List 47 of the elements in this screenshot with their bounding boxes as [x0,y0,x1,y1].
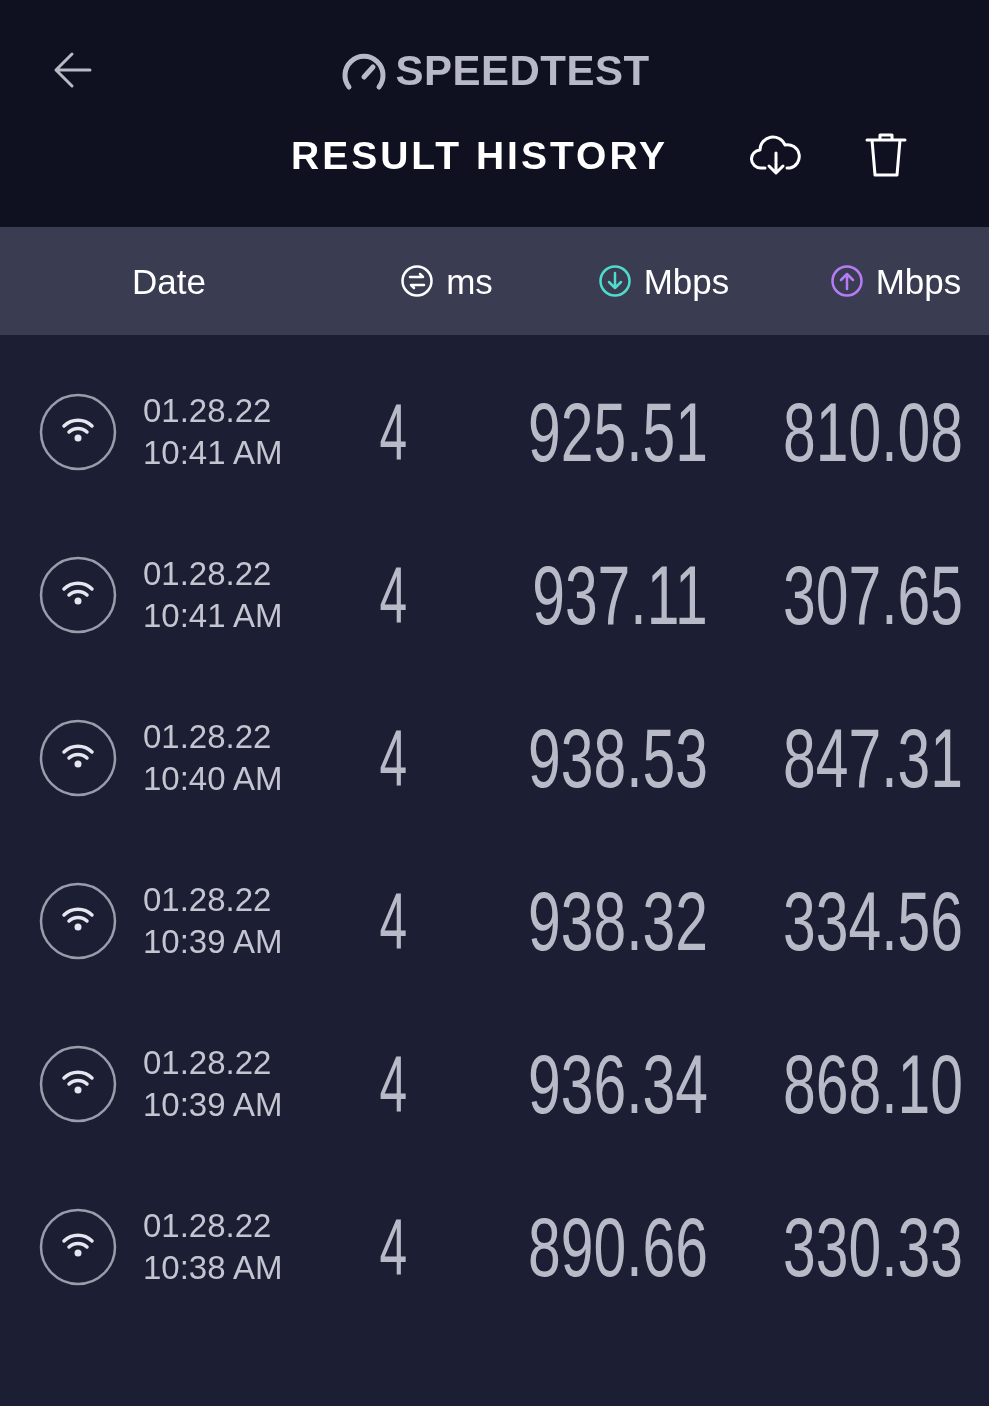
column-header: Mbps [643,263,730,299]
download-value: 938.32 [528,878,708,963]
download-value: 936.34 [528,1041,708,1126]
ping-value: 4 [379,1206,407,1287]
download-value: 890.66 [528,1204,708,1289]
test-date: 01.28.22 [143,1205,273,1246]
upload-value: 330.33 [783,1204,963,1289]
test-time: 10:41 AM [143,595,284,636]
test-time: 10:39 AM [143,1084,284,1125]
wifi-icon [39,1044,117,1123]
test-date: 01.28.22 [143,1042,273,1083]
column-header: ms [446,263,493,299]
wifi-icon [39,1207,117,1286]
column-header: Date [132,263,206,299]
test-date: 01.28.22 [143,716,273,757]
ping-value: 4 [379,391,407,472]
wifi-icon [39,718,117,797]
ping-value: 4 [379,1043,407,1124]
test-time: 10:41 AM [143,432,284,473]
download-value: 925.51 [528,389,708,474]
test-date: 01.28.22 [143,390,273,431]
ping-icon [400,264,435,298]
test-time: 10:38 AM [143,1247,284,1288]
wifi-icon [39,555,117,634]
upload-value: 847.31 [783,715,963,800]
back-arrow-icon [52,50,92,90]
wifi-icon [39,881,117,960]
upload-value: 334.56 [783,878,963,963]
trash-icon [864,132,909,178]
test-date: 01.28.22 [143,553,273,594]
download-value: 938.53 [528,715,708,800]
gauge-icon [341,51,388,91]
test-date: 01.28.22 [143,879,273,920]
test-time: 10:40 AM [143,758,284,799]
ping-value: 4 [379,880,407,961]
cloud-download-icon [750,134,803,176]
ping-value: 4 [379,717,407,798]
download-value: 937.11 [532,552,708,637]
app-logo: SPEEDTEST [395,50,650,92]
column-header: Mbps [875,263,962,299]
ping-value: 4 [379,554,407,635]
wifi-icon [39,392,117,471]
upload-value: 307.65 [783,552,963,637]
upload-value: 868.10 [783,1041,963,1126]
test-time: 10:39 AM [143,921,284,962]
page-title: RESULT HISTORY [291,135,669,175]
upload-value: 810.08 [783,389,963,474]
